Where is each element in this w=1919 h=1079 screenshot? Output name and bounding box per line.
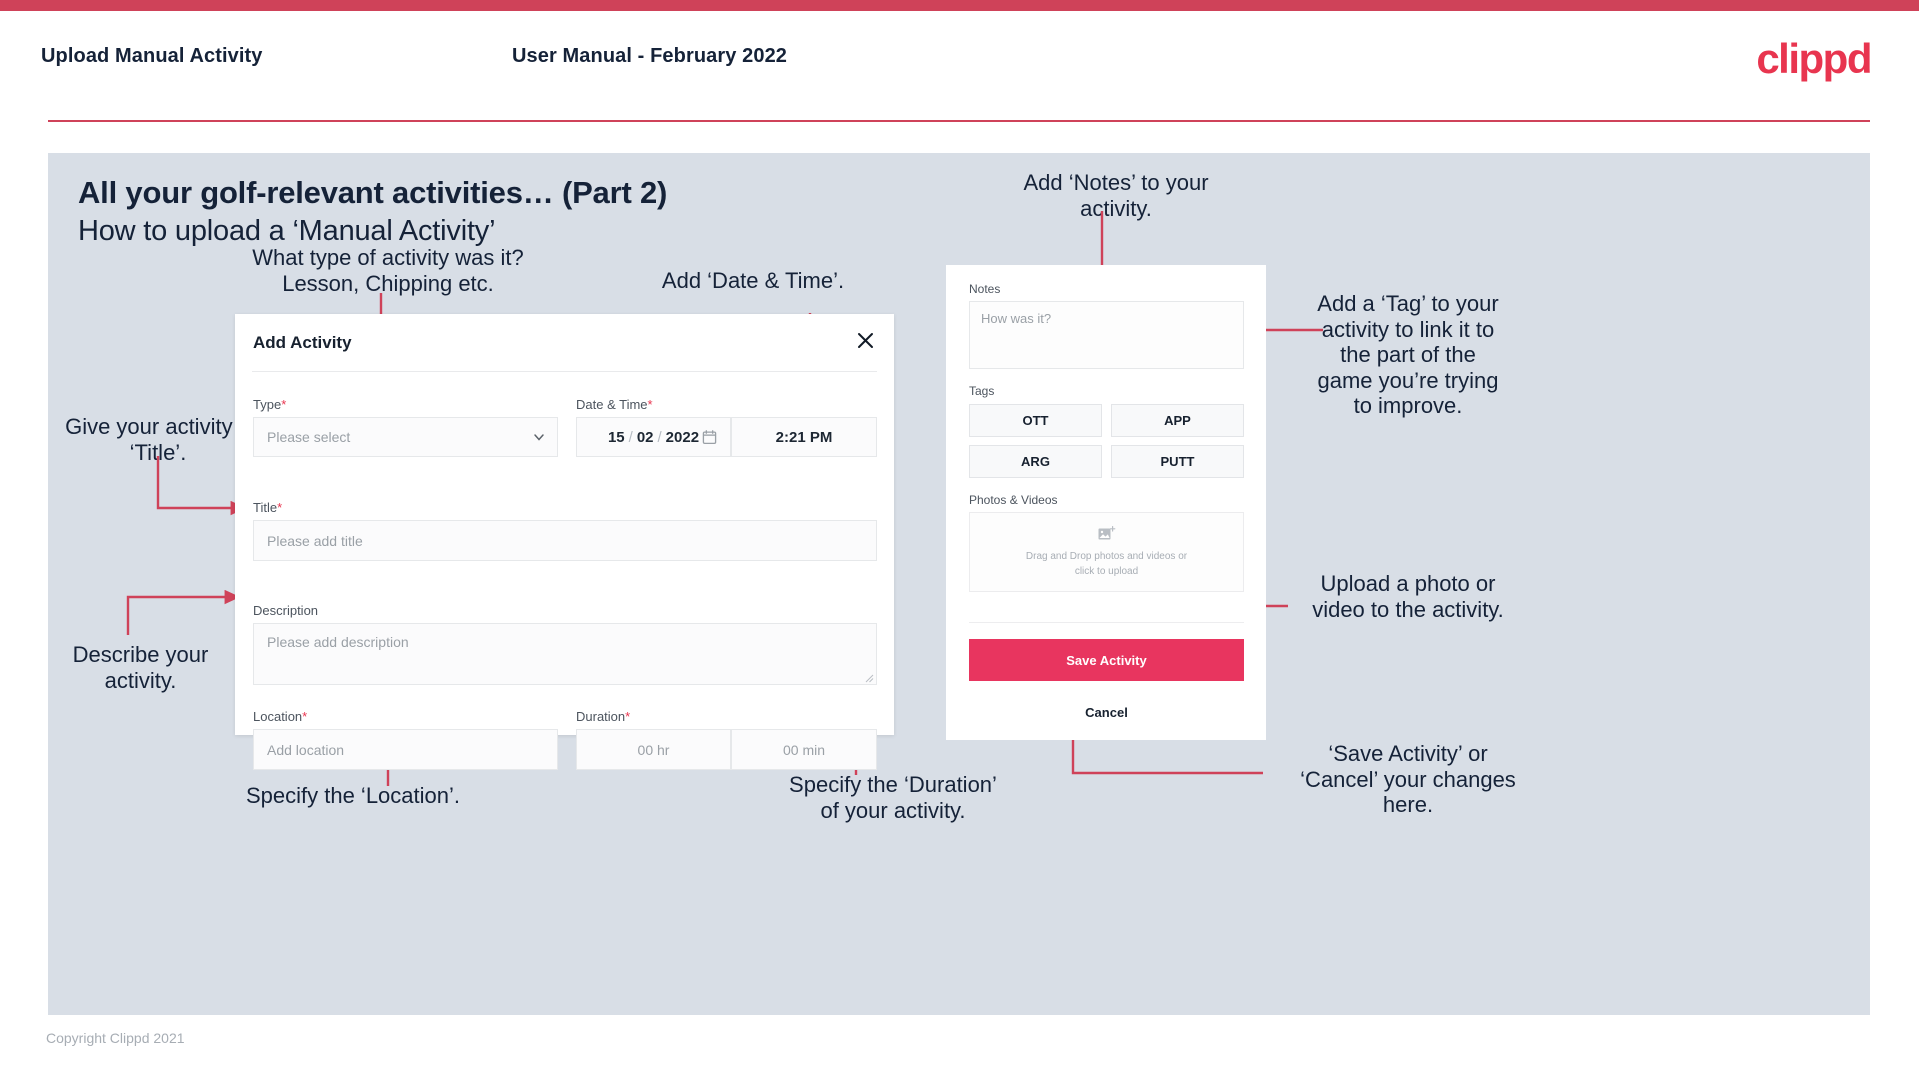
dialog-divider (252, 371, 877, 372)
phone-screen: Notes How was it? Tags OTT APP ARG PUTT … (946, 265, 1266, 740)
type-select[interactable]: Please select (253, 417, 558, 457)
type-select-placeholder: Please select (267, 429, 351, 445)
type-label-text: Type (253, 397, 282, 412)
date-sep-2: / (657, 428, 662, 446)
annotation-tags: Add a ‘Tag’ to your activity to link it … (1317, 291, 1499, 419)
annotation-notes: Add ‘Notes’ to your activity. (1023, 170, 1209, 221)
date-year: 2022 (665, 428, 700, 446)
duration-label-text: Duration (576, 709, 626, 724)
type-required-mark: * (281, 397, 287, 412)
tag-button-app[interactable]: APP (1111, 404, 1244, 437)
duration-minutes-placeholder: 00 min (782, 741, 826, 758)
date-month: 02 (636, 428, 654, 446)
tags-label: Tags (969, 384, 995, 398)
location-label: Location* (253, 709, 307, 724)
resize-grip-icon[interactable] (864, 673, 874, 683)
location-required-mark: * (302, 709, 308, 724)
top-accent-bar (0, 0, 1919, 11)
footer-copyright: Copyright Clippd 2021 (46, 1030, 185, 1046)
duration-hours-input[interactable]: 00 hr (576, 729, 731, 770)
photos-videos-label: Photos & Videos (969, 493, 1058, 507)
annotation-location: Specify the ‘Location’. (245, 783, 461, 808)
title-label-text: Title (253, 500, 278, 515)
tag-button-arg[interactable]: ARG (969, 445, 1102, 478)
annotation-upload: Upload a photo or video to the activity. (1312, 571, 1504, 622)
tag-button-ott[interactable]: OTT (969, 404, 1102, 437)
header-left-title: Upload Manual Activity (41, 45, 263, 67)
duration-minutes-input[interactable]: 00 min (731, 729, 877, 770)
slide-subtitle: How to upload a ‘Manual Activity’ (78, 215, 496, 247)
duration-label: Duration* (576, 709, 630, 724)
phone-divider (969, 622, 1244, 623)
title-label: Title* (253, 500, 282, 515)
title-required-mark: * (277, 500, 283, 515)
annotation-description: Describe your activity. (72, 642, 209, 693)
annotation-type: What type of activity was it? Lesson, Ch… (252, 245, 524, 296)
description-placeholder: Please add description (267, 634, 409, 650)
header-center-title: User Manual - February 2022 (512, 45, 788, 67)
date-input[interactable]: 15 / 02 / 2022 (576, 417, 731, 457)
slide-body: All your golf-relevant activities… (Part… (48, 153, 1870, 1015)
date-day: 15 (607, 428, 625, 446)
date-sep-1: / (628, 428, 633, 446)
description-label: Description (253, 603, 318, 618)
annotation-duration: Specify the ‘Duration’ of your activity. (789, 772, 997, 823)
close-icon[interactable] (850, 325, 880, 355)
tag-button-putt[interactable]: PUTT (1111, 445, 1244, 478)
save-activity-button[interactable]: Save Activity (969, 639, 1244, 681)
description-label-text: Description (253, 603, 319, 618)
calendar-icon[interactable] (702, 430, 717, 445)
slide-title: All your golf-relevant activities… (Part… (78, 175, 668, 210)
description-textarea[interactable]: Please add description (253, 623, 877, 685)
type-label: Type* (253, 397, 286, 412)
title-input[interactable]: Please add title (253, 520, 877, 561)
notes-textarea[interactable]: How was it? (969, 301, 1244, 369)
location-input-placeholder: Add location (267, 741, 345, 758)
clippd-logo: clippd (1756, 35, 1872, 82)
add-image-icon (1098, 525, 1115, 539)
duration-hours-placeholder: 00 hr (637, 741, 670, 758)
notes-placeholder: How was it? (981, 311, 1052, 326)
title-input-placeholder: Please add title (267, 532, 363, 549)
cancel-button[interactable]: Cancel (969, 699, 1244, 725)
dialog-title: Add Activity (253, 333, 352, 352)
close-icon-glyph (857, 332, 873, 348)
datetime-label: Date & Time* (576, 397, 653, 412)
dropzone-text: Drag and Drop photos and videos or click… (1025, 550, 1188, 577)
location-label-text: Location (253, 709, 303, 724)
time-value: 2:21 PM (775, 428, 833, 446)
datetime-required-mark: * (647, 397, 653, 412)
location-input[interactable]: Add location (253, 729, 558, 770)
header-divider (48, 120, 1870, 122)
datetime-label-text: Date & Time (576, 397, 648, 412)
add-activity-dialog: Add Activity Type* Please select Date & … (235, 314, 894, 770)
annotation-save-cancel: ‘Save Activity’ or ‘Cancel’ your changes… (1300, 741, 1516, 818)
chevron-down-icon (534, 434, 544, 441)
time-input[interactable]: 2:21 PM (731, 417, 877, 457)
annotation-datetime: Add ‘Date & Time’. (661, 268, 845, 293)
notes-label: Notes (969, 282, 1001, 296)
duration-required-mark: * (625, 709, 631, 724)
slide-page: Upload Manual Activity User Manual - Feb… (0, 0, 1919, 1079)
photo-dropzone[interactable]: Drag and Drop photos and videos or click… (969, 512, 1244, 592)
